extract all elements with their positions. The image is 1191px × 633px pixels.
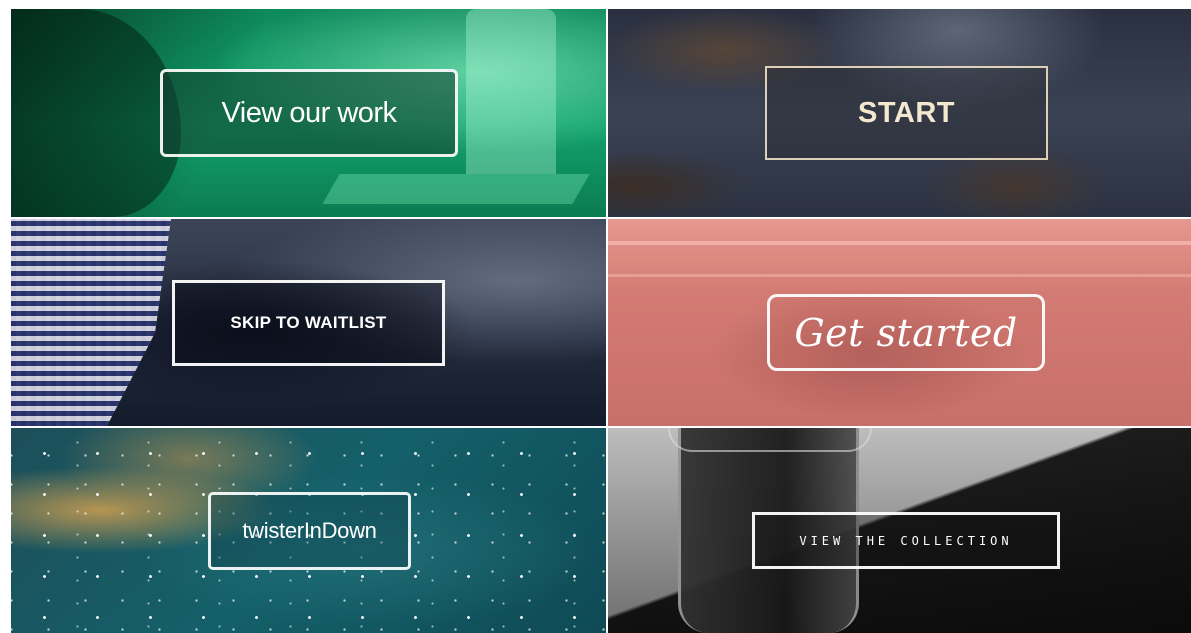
keyboard-shape [322, 174, 590, 204]
monitor-shape [466, 9, 556, 174]
tile-space-teal: twisterInDown [11, 428, 606, 633]
view-our-work-button[interactable]: View our work [160, 69, 458, 157]
shelf-line [608, 274, 1191, 277]
tile-blue-shirt: SKIP TO WAITLIST [11, 219, 606, 426]
start-button[interactable]: START [765, 66, 1048, 160]
shelf-line [608, 241, 1191, 245]
tile-green-workspace: View our work [11, 9, 606, 217]
button-style-grid: View our work START SKIP TO WAITLIST Get… [11, 9, 1191, 633]
get-started-button[interactable]: Get started [767, 294, 1045, 371]
tile-salmon: Get started [608, 219, 1191, 426]
twisterindown-button[interactable]: twisterInDown [208, 492, 411, 570]
skip-to-waitlist-button[interactable]: SKIP TO WAITLIST [172, 280, 445, 366]
view-the-collection-button[interactable]: VIEW THE COLLECTION [752, 512, 1060, 569]
glass-rim [668, 428, 872, 452]
tile-dark-beach: START [608, 9, 1191, 217]
tile-coffee-monochrome: VIEW THE COLLECTION [608, 428, 1191, 633]
